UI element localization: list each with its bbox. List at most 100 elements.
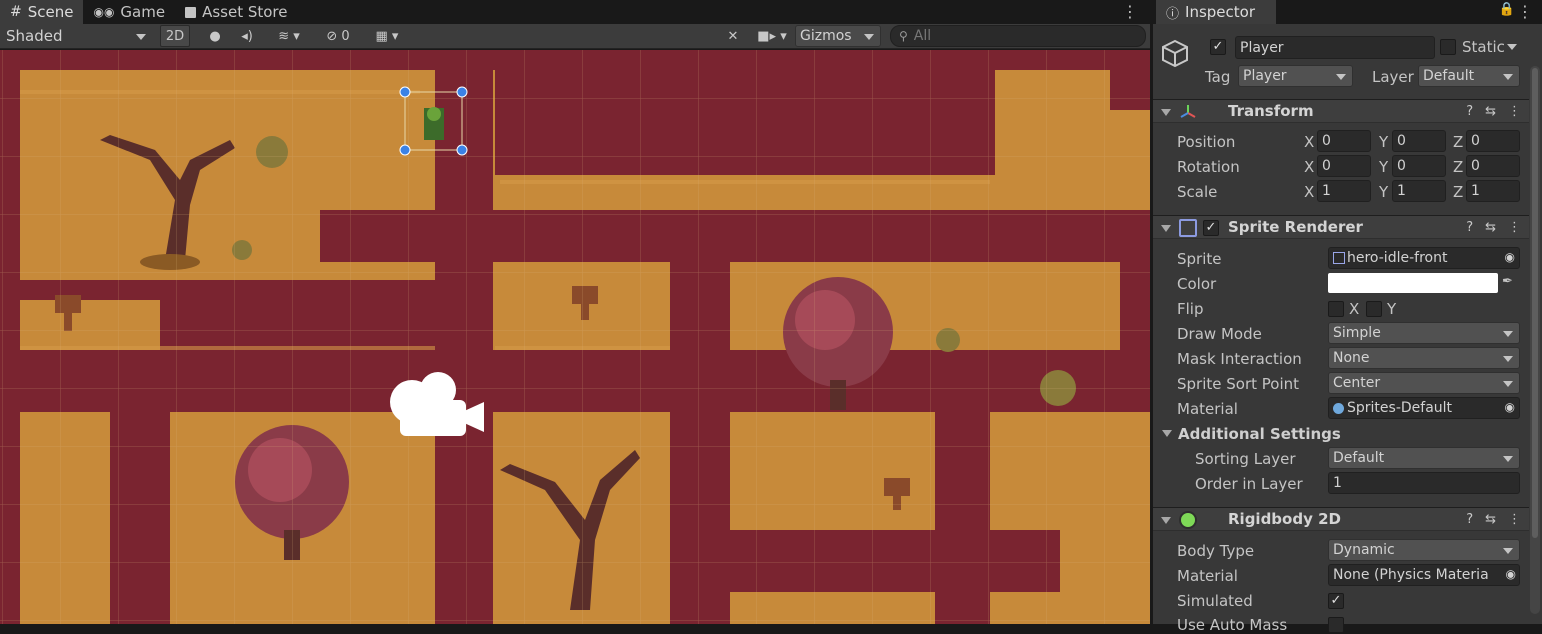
- scene-search-input[interactable]: ⚲ All: [890, 25, 1146, 47]
- effects-dropdown[interactable]: ≋ ▾: [264, 25, 314, 47]
- transform-header[interactable]: Transform ? ⇆ ⋮: [1153, 99, 1529, 123]
- mask-interaction-dropdown[interactable]: None: [1328, 347, 1520, 369]
- lock-icon[interactable]: 🔒: [1499, 2, 1515, 17]
- chevron-down-icon: [1503, 356, 1513, 362]
- info-icon: ⓘ: [1166, 6, 1180, 22]
- kebab-menu-icon[interactable]: ⋮: [1508, 512, 1521, 527]
- axis-z-label[interactable]: Z: [1453, 133, 1463, 151]
- simulated-checkbox[interactable]: ✓: [1328, 593, 1344, 609]
- preset-sliders-icon[interactable]: ⇆: [1485, 512, 1496, 527]
- sprite-object-field[interactable]: hero-idle-front ◉: [1328, 247, 1520, 269]
- kebab-menu-icon[interactable]: ⋮: [1517, 2, 1533, 21]
- transform-axes-icon: [1179, 103, 1197, 121]
- position-y-field[interactable]: 0: [1392, 130, 1446, 152]
- tab-inspector[interactable]: ⓘ Inspector: [1156, 0, 1276, 24]
- toggle-2d-button[interactable]: 2D: [160, 25, 190, 47]
- axis-x-label[interactable]: X: [1304, 133, 1314, 151]
- kebab-menu-icon[interactable]: ⋮: [1508, 220, 1521, 235]
- axis-y-label[interactable]: Y: [1379, 183, 1388, 201]
- gameobject-cube-icon[interactable]: [1160, 38, 1190, 68]
- help-icon[interactable]: ?: [1466, 104, 1473, 119]
- object-picker-icon[interactable]: ◉: [1505, 567, 1516, 581]
- gameobject-name: Player: [1240, 39, 1284, 56]
- draw-mode-dropdown[interactable]: Shaded: [2, 25, 152, 47]
- order-in-layer-label: Order in Layer: [1195, 475, 1303, 493]
- chevron-down-icon: [864, 34, 874, 40]
- collapse-arrow-icon[interactable]: [1162, 430, 1172, 437]
- hidden-objects-toggle[interactable]: ⊘ 0: [318, 25, 358, 47]
- object-picker-icon[interactable]: ◉: [1505, 250, 1515, 264]
- position-x-value: 0: [1322, 133, 1331, 149]
- scale-z-field[interactable]: 1: [1466, 180, 1520, 202]
- color-swatch[interactable]: [1328, 273, 1498, 293]
- gameobject-active-checkbox[interactable]: ✓: [1210, 39, 1226, 55]
- tab-asset-store[interactable]: Asset Store: [175, 0, 297, 24]
- axis-z-label[interactable]: Z: [1453, 183, 1463, 201]
- scrollbar-thumb[interactable]: [1532, 68, 1538, 538]
- kebab-menu-icon[interactable]: ⋮: [1122, 2, 1138, 21]
- tag-label: Tag: [1205, 68, 1231, 86]
- sprite-renderer-header[interactable]: ✓ Sprite Renderer ? ⇆ ⋮: [1153, 215, 1529, 239]
- tag-value: Player: [1243, 68, 1287, 84]
- layer-dropdown[interactable]: Default: [1418, 65, 1520, 87]
- search-icon: ⚲: [899, 29, 908, 43]
- audio-toggle-button[interactable]: ◂): [232, 25, 262, 47]
- object-picker-icon[interactable]: ◉: [1505, 400, 1515, 414]
- rigidbody2d-header[interactable]: Rigidbody 2D ? ⇆ ⋮: [1153, 507, 1529, 531]
- inspector-scrollbar[interactable]: [1530, 66, 1540, 614]
- tab-inspector-label: Inspector: [1185, 3, 1255, 21]
- scene-view[interactable]: [0, 50, 1150, 624]
- position-z-field[interactable]: 0: [1466, 130, 1520, 152]
- tools-button[interactable]: ✕: [720, 25, 746, 47]
- sprite-value: hero-idle-front: [1347, 250, 1448, 266]
- additional-settings-foldout[interactable]: Additional Settings: [1178, 425, 1341, 443]
- preset-sliders-icon[interactable]: ⇆: [1485, 220, 1496, 235]
- rotation-z-field[interactable]: 0: [1466, 155, 1520, 177]
- grid-snap-dropdown[interactable]: ▦ ▾: [362, 25, 412, 47]
- axis-y-label[interactable]: Y: [1379, 158, 1388, 176]
- rb-material-field[interactable]: None (Physics Materia ◉: [1328, 564, 1520, 586]
- axis-z-label[interactable]: Z: [1453, 158, 1463, 176]
- rotation-y-field[interactable]: 0: [1392, 155, 1446, 177]
- kebab-menu-icon[interactable]: ⋮: [1508, 104, 1521, 119]
- sprite-sort-point-dropdown[interactable]: Center: [1328, 372, 1520, 394]
- collapse-arrow-icon[interactable]: [1161, 109, 1171, 116]
- gizmos-dropdown[interactable]: Gizmos: [795, 25, 881, 47]
- use-auto-mass-checkbox[interactable]: [1328, 617, 1344, 633]
- preset-sliders-icon[interactable]: ⇆: [1485, 104, 1496, 119]
- material-object-field[interactable]: Sprites-Default ◉: [1328, 397, 1520, 419]
- scale-y-field[interactable]: 1: [1392, 180, 1446, 202]
- rotation-x-field[interactable]: 0: [1317, 155, 1371, 177]
- sprite-renderer-enabled-checkbox[interactable]: ✓: [1203, 220, 1219, 236]
- sprite-sort-point-label: Sprite Sort Point: [1177, 375, 1300, 393]
- sorting-layer-dropdown[interactable]: Default: [1328, 447, 1520, 469]
- rotation-label: Rotation: [1177, 158, 1240, 176]
- camera-dropdown[interactable]: ■▸ ▾: [752, 25, 792, 47]
- flip-x-checkbox[interactable]: [1328, 301, 1344, 317]
- help-icon[interactable]: ?: [1466, 512, 1473, 527]
- draw-mode-field[interactable]: Simple: [1328, 322, 1520, 344]
- position-x-field[interactable]: 0: [1317, 130, 1371, 152]
- collapse-arrow-icon[interactable]: [1161, 517, 1171, 524]
- collapse-arrow-icon[interactable]: [1161, 225, 1171, 232]
- rigidbody-icon: [1179, 511, 1197, 529]
- tab-game[interactable]: ◉◉ Game: [83, 0, 175, 24]
- body-type-dropdown[interactable]: Dynamic: [1328, 539, 1520, 561]
- tools-icon: ✕: [727, 28, 739, 44]
- axis-x-label[interactable]: X: [1304, 158, 1314, 176]
- tag-dropdown[interactable]: Player: [1238, 65, 1353, 87]
- eyedropper-icon[interactable]: ✒: [1502, 274, 1513, 289]
- flip-y-checkbox[interactable]: [1366, 301, 1382, 317]
- draw-mode-value: Simple: [1333, 325, 1381, 341]
- tab-scene[interactable]: # Scene: [0, 0, 84, 24]
- axis-y-label[interactable]: Y: [1379, 133, 1388, 151]
- lighting-toggle-button[interactable]: ●: [200, 25, 230, 47]
- static-checkbox[interactable]: [1440, 39, 1456, 55]
- help-icon[interactable]: ?: [1466, 220, 1473, 235]
- toggle-2d-label: 2D: [165, 28, 185, 44]
- gameobject-name-field[interactable]: Player: [1235, 36, 1435, 59]
- scale-x-field[interactable]: 1: [1317, 180, 1371, 202]
- chevron-down-icon[interactable]: [1507, 44, 1517, 50]
- order-in-layer-field[interactable]: 1: [1328, 472, 1520, 494]
- axis-x-label[interactable]: X: [1304, 183, 1314, 201]
